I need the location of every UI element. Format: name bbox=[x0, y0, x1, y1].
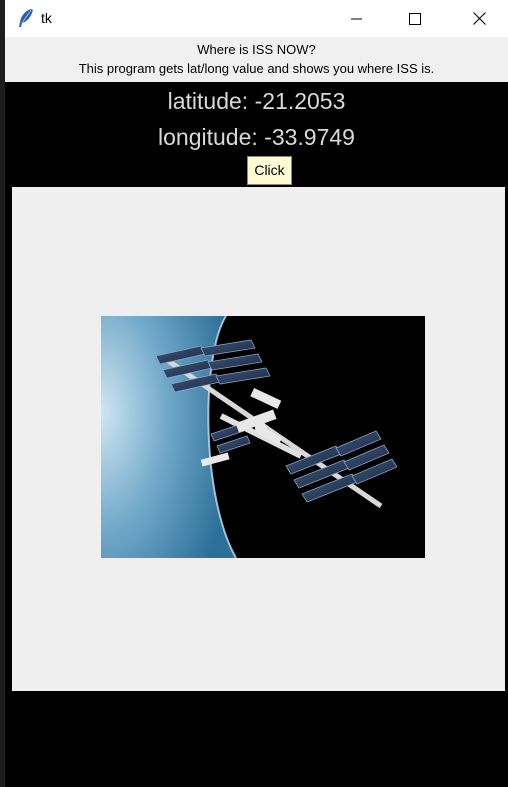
feather-icon bbox=[17, 8, 35, 28]
close-button[interactable] bbox=[450, 0, 508, 37]
maximize-icon bbox=[409, 12, 421, 25]
iss-image bbox=[101, 316, 425, 558]
header-description: This program gets lat/long value and sho… bbox=[78, 61, 435, 76]
app-window: tk Where is ISS NOW? This program gets l… bbox=[5, 0, 508, 787]
header-panel: Where is ISS NOW? This program gets lat/… bbox=[5, 37, 508, 82]
window-title: tk bbox=[41, 10, 52, 26]
click-button[interactable]: Click bbox=[247, 156, 292, 185]
latitude-label: latitude: -21.2053 bbox=[167, 88, 346, 114]
minimize-button[interactable] bbox=[328, 0, 386, 37]
maximize-button[interactable] bbox=[386, 0, 444, 37]
close-icon bbox=[472, 12, 486, 25]
header-title: Where is ISS NOW? bbox=[197, 42, 316, 57]
image-canvas bbox=[12, 187, 505, 691]
minimize-icon bbox=[351, 18, 362, 19]
title-bar: tk bbox=[5, 0, 508, 37]
longitude-label: longitude: -33.9749 bbox=[158, 124, 355, 150]
